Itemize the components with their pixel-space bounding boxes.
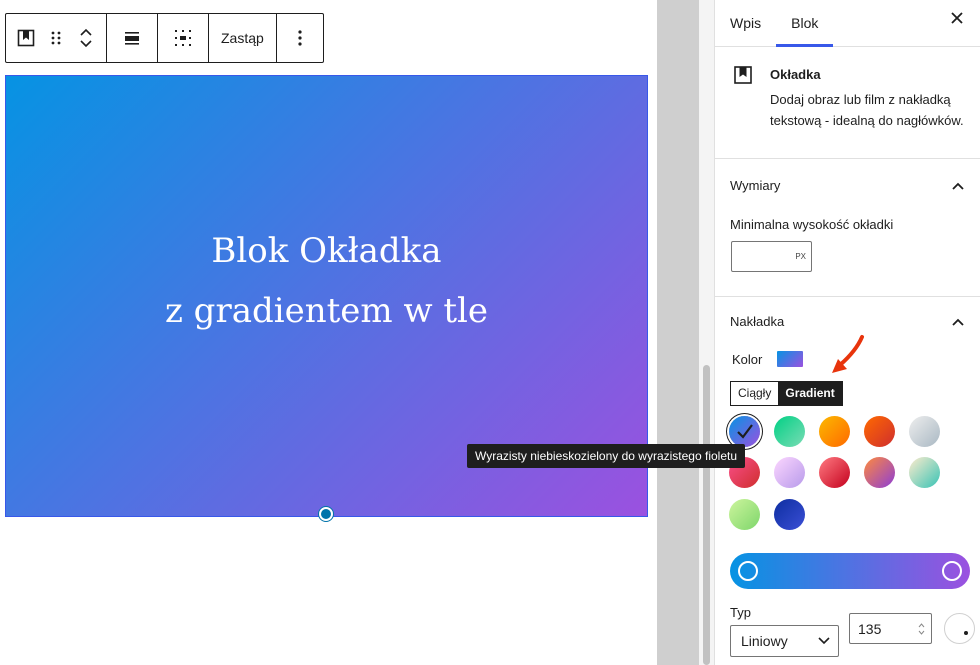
min-height-input[interactable]: PX [731,241,812,272]
cover-heading-line-2: z gradientem w tle [164,291,489,331]
toolbar-group-replace: Zastąp [209,14,277,62]
overlay-panel-title[interactable]: Nakładka [730,314,784,329]
sidebar-tabs: Wpis Blok [715,0,980,47]
spinner-icon[interactable] [918,623,925,635]
type-label: Typ [730,605,751,620]
swatch-11[interactable] [729,499,760,530]
fill-type-toggle: Ciągły Gradient [730,381,843,406]
drag-handle-icon[interactable] [41,14,71,62]
red-arrow-annotation [832,335,864,373]
check-icon [737,424,753,439]
gradient-bar[interactable] [730,553,970,589]
replace-button[interactable]: Zastąp [209,14,276,62]
swatch-5[interactable] [909,416,940,447]
swatch-7[interactable] [774,457,805,488]
swatch-3[interactable] [819,416,850,447]
angle-dial[interactable] [944,613,975,644]
swatch-2[interactable] [774,416,805,447]
current-color-swatch [777,351,803,367]
solid-option[interactable]: Ciągły [731,382,778,405]
move-up-down-control [71,14,101,62]
toolbar-group-block [6,14,107,62]
block-toolbar: Zastąp [5,13,324,63]
gradient-stop-end[interactable] [942,561,962,581]
swatch-8[interactable] [819,457,850,488]
angle-indicator [964,631,968,635]
move-down-icon[interactable] [78,38,94,50]
chevron-up-icon[interactable] [951,178,965,196]
chevron-down-icon [818,637,830,645]
swatch-1[interactable] [729,416,760,447]
editor-canvas: Zastąp Blok Okładka z gradientem w tle [0,0,657,665]
close-icon[interactable] [950,11,964,30]
gradient-stop-start[interactable] [738,561,758,581]
scrollbar-thumb[interactable] [703,365,710,665]
swatch-tooltip: Wyrazisty niebieskozielony do wyrazisteg… [467,444,746,468]
min-height-label: Minimalna wysokość okładki [730,217,894,232]
block-description: Dodaj obraz lub film z nakładką tekstową… [770,92,964,128]
swatch-12[interactable] [774,499,805,530]
resize-handle[interactable] [319,507,333,521]
chevron-up-icon[interactable] [951,314,965,332]
block-title: Okładka [770,67,821,82]
move-up-icon[interactable] [78,26,94,38]
panel-divider [715,296,980,297]
gradient-type-select[interactable]: Liniowy [730,625,839,657]
toolbar-group-height [158,14,209,62]
cover-heading[interactable]: Blok Okładka z gradientem w tle [165,221,488,341]
angle-input[interactable]: 135 [849,613,932,644]
unit-label[interactable]: PX [795,252,806,261]
gradient-option[interactable]: Gradient [778,382,842,405]
editor-gutter [657,0,699,665]
dimensions-panel-title[interactable]: Wymiary [730,178,780,193]
swatch-4[interactable] [864,416,895,447]
swatch-9[interactable] [864,457,895,488]
tab-block[interactable]: Blok [776,0,834,47]
tab-post[interactable]: Wpis [715,0,776,46]
cover-block-icon [733,65,753,90]
block-card: Okładka Dodaj obraz lub film z nakładką … [715,47,980,159]
gradient-type-value: Liniowy [741,633,788,649]
toolbar-group-align [107,14,158,62]
toolbar-group-more [277,14,323,62]
align-icon[interactable] [117,14,147,62]
angle-value: 135 [858,621,882,637]
full-height-icon[interactable] [168,14,198,62]
cover-block-icon[interactable] [11,14,41,62]
cover-heading-line-1: Blok Okładka [211,231,442,271]
swatch-10[interactable] [909,457,940,488]
color-label: Kolor [732,352,763,367]
more-options-icon[interactable] [285,14,315,62]
